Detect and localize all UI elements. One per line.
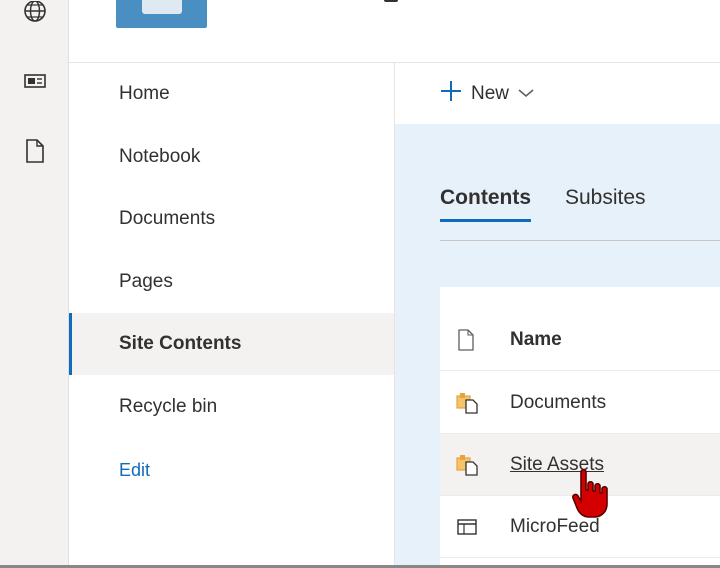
list-header-row: Name bbox=[440, 309, 720, 371]
logo-graphic bbox=[142, 0, 182, 14]
pivot-divider bbox=[440, 240, 720, 241]
nav-item-documents[interactable]: Documents bbox=[69, 188, 394, 250]
command-bar: New bbox=[395, 63, 720, 123]
library-icon bbox=[440, 454, 510, 476]
nav-edit-link[interactable]: Edit bbox=[69, 439, 394, 501]
pivot-tabs: Contents Subsites bbox=[440, 186, 646, 222]
chevron-down-icon bbox=[517, 83, 535, 105]
site-logo[interactable] bbox=[116, 0, 207, 28]
file-type-icon bbox=[440, 328, 510, 352]
nav-item-home[interactable]: Home bbox=[69, 63, 394, 125]
nav-item-notebook[interactable]: Notebook bbox=[69, 126, 394, 188]
plus-icon bbox=[439, 79, 463, 109]
hand-cursor-icon bbox=[571, 468, 611, 520]
main-canvas: Contents Subsites Name Documents Site As… bbox=[395, 124, 720, 568]
list-icon bbox=[440, 518, 510, 536]
library-icon bbox=[440, 392, 510, 414]
left-navigation: Home Notebook Documents Pages Site Conte… bbox=[69, 63, 395, 568]
nav-item-site-contents[interactable]: Site Contents bbox=[69, 313, 394, 375]
new-button[interactable]: New bbox=[439, 81, 535, 107]
news-icon[interactable] bbox=[22, 68, 48, 94]
app-bar bbox=[0, 0, 69, 568]
contents-list: Name Documents Site Assets MicroFeed bbox=[440, 287, 720, 568]
document-icon[interactable] bbox=[22, 138, 48, 164]
new-button-label: New bbox=[471, 83, 510, 104]
tab-contents[interactable]: Contents bbox=[440, 186, 531, 222]
list-item[interactable]: Documents bbox=[440, 372, 720, 434]
site-title-fragment bbox=[384, 0, 398, 2]
nav-item-recycle-bin[interactable]: Recycle bin bbox=[69, 376, 394, 438]
column-header-name[interactable]: Name bbox=[510, 329, 562, 351]
nav-item-pages[interactable]: Pages bbox=[69, 251, 394, 313]
globe-icon[interactable] bbox=[22, 0, 48, 26]
tab-subsites[interactable]: Subsites bbox=[565, 186, 646, 222]
list-item-name[interactable]: Documents bbox=[510, 392, 606, 414]
